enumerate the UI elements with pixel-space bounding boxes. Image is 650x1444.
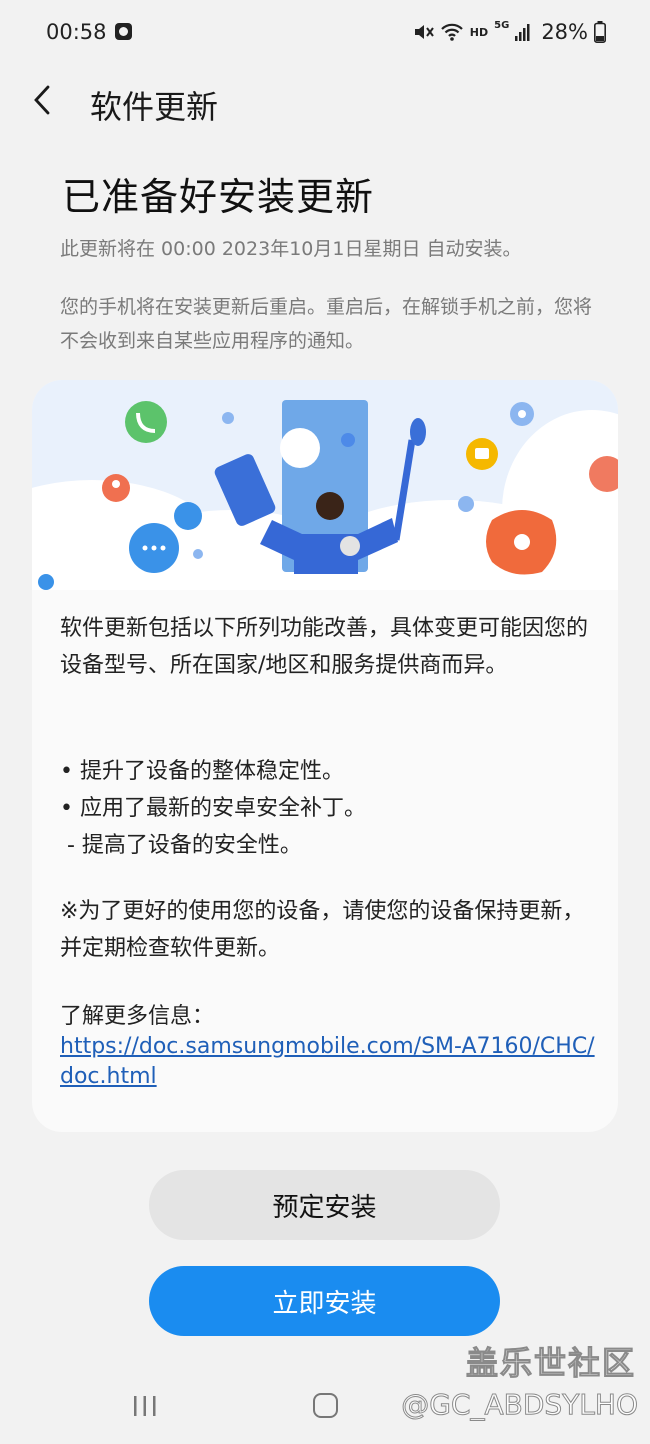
list-item: • 提升了设备的整体稳定性。 [60,759,344,784]
update-reminder-note: ※为了更好的使用您的设备，请使您的设备保持更新，并定期检查软件更新。 [60,899,585,961]
hd-indicator: HD [469,25,489,39]
signal-icon [515,24,530,41]
more-info-label: 了解更多信息： [60,1004,215,1029]
install-now-button[interactable]: 立即安装 [149,1266,500,1336]
back-button[interactable] [24,80,64,120]
app-header: 软件更新 [0,72,650,132]
community-watermark: 盖乐世社区 [465,1344,636,1383]
battery-icon [594,21,606,43]
status-time: 00:58 [46,20,107,44]
page-title: 已准备好安装更新 [62,175,375,219]
page-header-title: 软件更新 [90,88,219,126]
change-list: • 提升了设备的整体稳定性。 • 应用了最新的安卓安全补丁。 - 提高了设备的安… [60,753,600,864]
status-icons: HD 5G 28% [412,20,606,44]
battery-percent: 28% [541,20,588,44]
list-item: - 提高了设备的安全性。 [60,833,302,858]
network-type: 5G [494,20,510,31]
restart-notice: 您的手机将在安装更新后重启。重启后，在解锁手机之前，您将不会收到来自某些应用程序… [60,296,593,352]
clock-app-notification-icon [115,23,132,40]
install-schedule-text: 此更新将在 00:00 2023年10月1日星期日 自动安装。 [60,238,522,260]
update-illustration [32,380,618,590]
home-button-icon[interactable] [313,1393,338,1418]
mute-icon [414,25,434,39]
user-watermark: @GC_ABDSYLHO [401,1388,639,1422]
schedule-install-button[interactable]: 预定安装 [149,1170,500,1240]
status-bar: 00:58 HD 5G 28% [0,0,650,64]
update-intro-text: 软件更新包括以下所列功能改善，具体变更可能因您的设备型号、所在国家/地区和服务提… [60,616,589,678]
list-item: • 应用了最新的安卓安全补丁。 [60,796,366,821]
update-details-card: 软件更新包括以下所列功能改善，具体变更可能因您的设备型号、所在国家/地区和服务提… [32,380,618,1132]
wifi-icon [441,23,463,41]
more-info-link[interactable]: https://doc.samsungmobile.com/SM-A7160/C… [60,1032,600,1092]
chevron-left-icon [34,85,50,115]
recent-apps-icon[interactable] [132,1394,158,1418]
